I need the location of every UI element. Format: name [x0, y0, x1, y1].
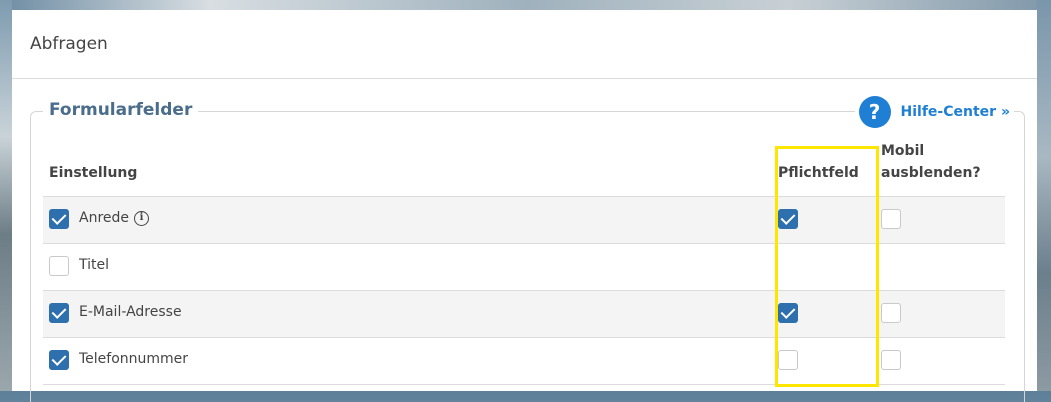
- table-header: Einstellung Pflichtfeld Mobil ausblenden…: [43, 132, 1005, 197]
- fieldset-legend: Formularfelder: [43, 100, 199, 120]
- checkbox-enable-phone[interactable]: [49, 350, 69, 370]
- background-mountains-left: [0, 0, 12, 391]
- help-center-label[interactable]: Hilfe-Center »: [901, 104, 1010, 120]
- row-label-email: E-Mail-Adresse: [79, 304, 182, 320]
- table-row-titel: Titel: [43, 244, 1005, 291]
- row-label-anrede: Anrede i: [79, 210, 150, 226]
- queries-panel: Abfragen Formularfelder ? Hilfe-Center »…: [12, 10, 1037, 402]
- column-header-required: Pflichtfeld: [778, 165, 859, 181]
- form-fields-table: Einstellung Pflichtfeld Mobil ausblenden…: [43, 132, 1005, 385]
- question-circle-icon[interactable]: ?: [858, 96, 891, 128]
- panel-title: Abfragen: [30, 34, 108, 54]
- checkbox-enable-email[interactable]: [49, 303, 69, 323]
- background-mountains-right: [1037, 0, 1051, 391]
- checkbox-required-phone[interactable]: [778, 350, 798, 370]
- info-icon[interactable]: i: [134, 210, 150, 226]
- column-header-hide-mobile-line2: ausblenden?: [881, 165, 981, 181]
- column-header-hide-mobile: Mobil ausblenden?: [881, 140, 1001, 184]
- table-row-phone: Telefonnummer: [43, 338, 1005, 385]
- background-mountains-top: [0, 0, 1051, 10]
- checkbox-enable-titel[interactable]: [49, 256, 69, 276]
- checkbox-enable-anrede[interactable]: [49, 209, 69, 229]
- help-center-link[interactable]: ? Hilfe-Center »: [854, 96, 1014, 128]
- checkbox-required-email[interactable]: [778, 303, 798, 323]
- panel-header: Abfragen: [12, 10, 1037, 79]
- column-header-setting: Einstellung: [49, 165, 138, 181]
- checkbox-required-anrede[interactable]: [778, 209, 798, 229]
- checkbox-hide-mobile-email[interactable]: [881, 303, 901, 323]
- table-row-anrede: Anrede i: [43, 197, 1005, 244]
- checkbox-hide-mobile-anrede[interactable]: [881, 209, 901, 229]
- row-label-phone: Telefonnummer: [79, 351, 189, 367]
- row-label-titel: Titel: [79, 257, 110, 273]
- column-header-hide-mobile-line1: Mobil: [881, 143, 925, 159]
- row-label-anrede-text: Anrede: [79, 210, 130, 226]
- checkbox-hide-mobile-phone[interactable]: [881, 350, 901, 370]
- form-fields-fieldset: Formularfelder ? Hilfe-Center » Einstell…: [30, 96, 1025, 402]
- table-row-email: E-Mail-Adresse: [43, 291, 1005, 338]
